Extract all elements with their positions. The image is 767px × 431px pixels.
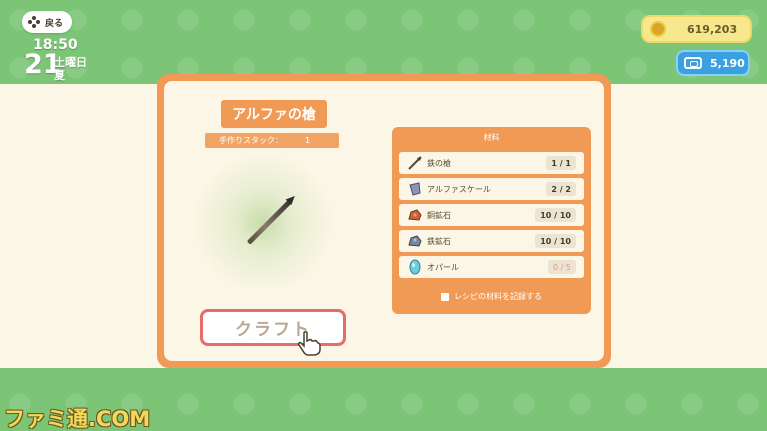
material-count: 10 / 10 — [535, 234, 576, 248]
material-name: 鉄の槍 — [427, 158, 451, 168]
materials-header: 材料 — [483, 133, 500, 142]
material-count: 1 / 1 — [546, 156, 576, 170]
material-count: 10 / 10 — [535, 208, 576, 222]
watermark-logo: ファミ通.COM — [4, 407, 151, 431]
material-row[interactable]: オパール 0 / 5 — [399, 256, 584, 278]
iron-ore-icon — [407, 233, 423, 249]
material-count: 0 / 5 — [548, 260, 576, 274]
material-count: 2 / 2 — [546, 182, 576, 196]
back-label: 戻る — [45, 18, 64, 29]
material-name: アルファスケール — [427, 184, 491, 194]
bells-value: 619,203 — [687, 22, 738, 36]
stack-label: 手作りスタック： — [219, 136, 283, 145]
dpad-icon — [28, 16, 40, 28]
material-name: 銅鉱石 — [427, 210, 451, 220]
craft-button[interactable]: クラフト — [200, 309, 346, 346]
material-row[interactable]: 鉄鉱石 10 / 10 — [399, 230, 584, 252]
bell-coin-icon — [650, 21, 666, 37]
stack-value: 1 — [305, 136, 311, 145]
material-row[interactable]: 鉄の槍 1 / 1 — [399, 152, 584, 174]
materials-panel: 材料 鉄の槍 1 / 1 アルファスケール 2 / 2 銅鉱石 10 / 10 … — [392, 127, 591, 314]
craft-stack-bar: 手作りスタック： 1 — [205, 133, 339, 148]
opal-icon — [407, 259, 423, 275]
spear-icon — [407, 155, 423, 171]
material-row[interactable]: 銅鉱石 10 / 10 — [399, 204, 584, 226]
miles-counter: 5,190 — [676, 50, 750, 76]
bells-counter: 619,203 — [641, 15, 752, 43]
copper-ore-icon — [407, 207, 423, 223]
material-name: 鉄鉱石 — [427, 236, 451, 246]
hand-cursor-icon — [298, 331, 321, 356]
material-row[interactable]: アルファスケール 2 / 2 — [399, 178, 584, 200]
checkbox[interactable] — [441, 292, 449, 301]
record-label: レシピの材料を記録する — [454, 292, 542, 301]
record-recipe-toggle[interactable]: レシピの材料を記録する — [392, 291, 591, 302]
item-title: アルファの槍 — [221, 100, 327, 128]
season-label: 夏 — [54, 69, 65, 82]
material-name: オパール — [427, 262, 459, 272]
miles-ticket-icon — [684, 57, 702, 69]
scale-icon — [407, 181, 423, 197]
back-button[interactable]: 戻る — [22, 11, 72, 33]
miles-value: 5,190 — [710, 56, 745, 70]
